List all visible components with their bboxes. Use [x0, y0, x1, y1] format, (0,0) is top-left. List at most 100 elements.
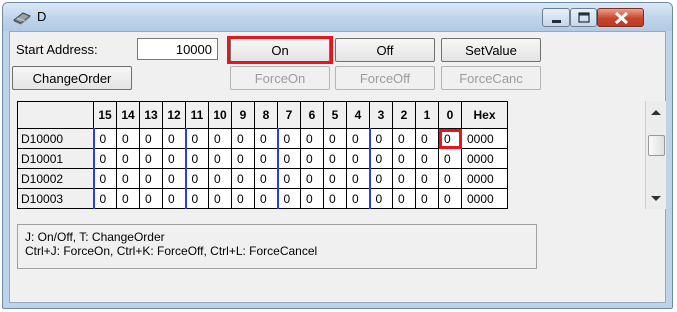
bit-column-header: 0: [438, 101, 462, 129]
bit-column-header: 12: [162, 101, 186, 129]
row-address[interactable]: D10003: [17, 188, 94, 209]
bit-cell[interactable]: 0: [162, 128, 186, 149]
bit-cell[interactable]: 0: [208, 128, 232, 149]
bit-column-header: 3: [369, 101, 393, 129]
bit-cell[interactable]: 0: [300, 168, 324, 189]
close-button[interactable]: [597, 8, 644, 27]
bit-cell[interactable]: 0: [276, 188, 301, 209]
bit-cell[interactable]: 0: [300, 148, 324, 169]
forceon-button[interactable]: ForceOn: [230, 66, 330, 90]
bit-cell[interactable]: 0: [231, 148, 255, 169]
bit-cell[interactable]: 0: [231, 128, 255, 149]
bit-cell[interactable]: 0: [300, 128, 324, 149]
bit-column-header: 14: [116, 101, 140, 129]
minimize-button[interactable]: [542, 8, 570, 27]
minimize-icon: [552, 20, 561, 23]
bit-cell[interactable]: 0: [323, 148, 347, 169]
bit-cell[interactable]: 0: [368, 128, 393, 149]
forcecanc-button[interactable]: ForceCanc: [441, 66, 541, 90]
bit-cell[interactable]: 0: [92, 168, 117, 189]
bit-cell[interactable]: 0: [208, 168, 232, 189]
bit-cell[interactable]: 0: [438, 188, 462, 209]
bit-cell[interactable]: 0: [139, 128, 163, 149]
bit-cell[interactable]: 0: [139, 148, 163, 169]
bit-cell[interactable]: 0: [323, 168, 347, 189]
scroll-down-arrow-icon[interactable]: [651, 196, 661, 201]
bit-cell[interactable]: 0: [276, 128, 301, 149]
bit-cell[interactable]: 0: [162, 168, 186, 189]
bit-cell[interactable]: 0: [415, 148, 439, 169]
hex-cell[interactable]: 0000: [461, 168, 508, 189]
bit-cell[interactable]: 0: [116, 168, 140, 189]
setvalue-button[interactable]: SetValue: [441, 38, 541, 62]
bit-cell[interactable]: 0: [92, 128, 117, 149]
bit-cell[interactable]: 0: [346, 168, 370, 189]
bit-cell[interactable]: 0: [276, 148, 301, 169]
bit-cell[interactable]: 0: [438, 148, 462, 169]
bit-cell[interactable]: 0: [116, 188, 140, 209]
bit-cell[interactable]: 0: [392, 188, 416, 209]
hex-cell[interactable]: 0000: [461, 188, 508, 209]
table-row: D10000 0 0 0 0 0 0 0 0 0 0 0 0 0 0 0 0 0000: [17, 128, 508, 149]
bit-cell[interactable]: 0: [300, 188, 324, 209]
bit-cell[interactable]: 0: [92, 188, 117, 209]
bit-cell[interactable]: 0: [392, 148, 416, 169]
off-button[interactable]: Off: [335, 38, 435, 62]
bit-cell[interactable]: 0: [368, 148, 393, 169]
bit-cell[interactable]: 0: [184, 168, 209, 189]
bit-column-header: 10: [208, 101, 232, 129]
bit-cell[interactable]: 0: [392, 128, 416, 149]
forceoff-button[interactable]: ForceOff: [335, 66, 435, 90]
bit-cell[interactable]: 0: [438, 168, 462, 189]
bit-cell[interactable]: 0: [116, 148, 140, 169]
bit-cell[interactable]: 0: [368, 188, 393, 209]
row-address[interactable]: D10001: [17, 148, 94, 169]
bit-cell[interactable]: 0: [276, 168, 301, 189]
bit-cell[interactable]: 0: [254, 168, 278, 189]
bit-cell[interactable]: 0: [346, 188, 370, 209]
bit-cell[interactable]: 0: [162, 148, 186, 169]
bit-cell[interactable]: 0: [139, 168, 163, 189]
bit-cell[interactable]: 0: [254, 188, 278, 209]
bit-cell[interactable]: 0: [392, 168, 416, 189]
hex-cell[interactable]: 0000: [461, 128, 508, 149]
bit-cell[interactable]: 0: [231, 168, 255, 189]
bit-cell[interactable]: 0: [184, 148, 209, 169]
scrollbar-thumb[interactable]: [648, 135, 665, 156]
title-bar[interactable]: D: [3, 3, 672, 31]
bit-cell[interactable]: 0: [184, 188, 209, 209]
changeorder-button[interactable]: ChangeOrder: [12, 66, 132, 90]
start-address-field[interactable]: 10000: [137, 38, 218, 60]
close-icon: [614, 11, 629, 25]
hex-cell[interactable]: 0000: [461, 148, 508, 169]
window-title: D: [37, 9, 47, 24]
bit-cell[interactable]: 0: [323, 188, 347, 209]
bit-cell[interactable]: 0: [415, 128, 439, 149]
bit-cell[interactable]: 0: [92, 148, 117, 169]
bit-cell[interactable]: 0: [116, 128, 140, 149]
bit-cell[interactable]: 0: [162, 188, 186, 209]
bit-cell[interactable]: 0: [184, 128, 209, 149]
bit-cell[interactable]: 0: [254, 128, 278, 149]
bit-cell[interactable]: 0: [208, 148, 232, 169]
bit-cell[interactable]: 0: [368, 168, 393, 189]
bit-cell[interactable]: 0: [139, 188, 163, 209]
on-button[interactable]: On: [230, 38, 330, 62]
bit-cell[interactable]: 0: [415, 188, 439, 209]
bit-cell[interactable]: 0: [254, 148, 278, 169]
maximize-button[interactable]: [570, 8, 597, 27]
maximize-icon: [578, 12, 590, 23]
bit-cell[interactable]: 0: [415, 168, 439, 189]
bit-cell[interactable]: 0: [208, 188, 232, 209]
row-address[interactable]: D10002: [17, 168, 94, 189]
scroll-up-arrow-icon[interactable]: [651, 110, 661, 115]
vertical-scrollbar[interactable]: [645, 101, 666, 209]
bit-cell-selected[interactable]: 0: [438, 128, 462, 149]
bit-cell[interactable]: 0: [323, 128, 347, 149]
bit-cell[interactable]: 0: [346, 128, 370, 149]
bit-cell[interactable]: 0: [346, 148, 370, 169]
row-address[interactable]: D10000: [17, 128, 94, 149]
bit-column-header: 9: [231, 101, 255, 129]
bit-cell[interactable]: 0: [231, 188, 255, 209]
bit-grid: 15 14 13 12 11 10 9 8 7 6 5 4 3 2 1 0 Hex D10000 0 0 0 0 0 0 0 0…: [17, 101, 645, 209]
